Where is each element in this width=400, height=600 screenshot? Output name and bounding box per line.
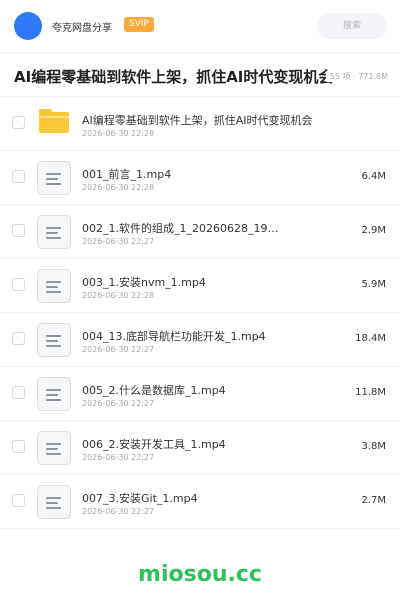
item-name: 004_13.底部导航栏功能开发_1.mp4 (82, 330, 266, 343)
item-date: 2026-06-30 22:28 (82, 291, 155, 300)
item-date: 2026-06-30 22:27 (82, 345, 155, 354)
row-checkbox[interactable] (12, 494, 25, 507)
item-size: 18.4M (355, 333, 386, 344)
svip-badge: SVIP (124, 17, 154, 32)
row-checkbox[interactable] (12, 386, 25, 399)
item-size: 5.9M (361, 279, 386, 290)
divider (0, 52, 400, 53)
item-date: 2026-06-30 22:27 (82, 507, 155, 516)
list-item[interactable]: 003_1.安装nvm_1.mp4 2026-06-30 22:28 5.9M (0, 259, 400, 313)
video-file-icon (37, 269, 71, 303)
username: 夸克网盘分享 (52, 23, 112, 34)
item-date: 2026-06-30 22:27 (82, 399, 155, 408)
list-item[interactable]: 004_13.底部导航栏功能开发_1.mp4 2026-06-30 22:27 … (0, 313, 400, 367)
row-checkbox[interactable] (12, 440, 25, 453)
watermark: miosou.cc (138, 562, 262, 587)
list-item[interactable]: 007_3.安装Git_1.mp4 2026-06-30 22:27 2.7M (0, 475, 400, 529)
item-name: 002_1.软件的组成_1_20260628_19… (82, 222, 279, 235)
item-size: 2.9M (361, 225, 386, 236)
video-file-icon (37, 485, 71, 519)
item-size: 11.8M (355, 387, 386, 398)
item-date: 2026-06-30 22:28 (82, 129, 155, 138)
list-item[interactable]: 006_2.安装开发工具_1.mp4 2026-06-30 22:27 3.8M (0, 421, 400, 475)
item-date: 2026-06-30 22:28 (82, 183, 155, 192)
item-date: 2026-06-30 22:27 (82, 453, 155, 462)
item-size: 6.4M (361, 171, 386, 182)
list-item[interactable]: AI编程零基础到软件上架，抓住AI时代变现机会 2026-06-30 22:28 (0, 97, 400, 151)
folder-meta: 55 项 · 771.8M (325, 71, 388, 82)
item-size: 2.7M (361, 495, 386, 506)
item-name: 001_前言_1.mp4 (82, 168, 172, 181)
page-title: AI编程零基础到软件上架，抓住AI时代变现机会 (14, 68, 334, 86)
video-file-icon (37, 377, 71, 411)
list-item[interactable]: 005_2.什么是数据库_1.mp4 2026-06-30 22:27 11.8… (0, 367, 400, 421)
video-file-icon (37, 161, 71, 195)
video-file-icon (37, 431, 71, 465)
folder-icon (39, 109, 69, 133)
row-checkbox[interactable] (12, 116, 25, 129)
item-size: 3.8M (361, 441, 386, 452)
avatar[interactable] (14, 12, 42, 40)
row-checkbox[interactable] (12, 170, 25, 183)
video-file-icon (37, 323, 71, 357)
item-name: 003_1.安装nvm_1.mp4 (82, 276, 206, 289)
video-file-icon (37, 215, 71, 249)
folder-header: AI编程零基础到软件上架，抓住AI时代变现机会 55 项 · 771.8M (14, 62, 394, 90)
row-checkbox[interactable] (12, 224, 25, 237)
top-bar: 夸克网盘分享 SVIP 搜索 (0, 0, 400, 52)
item-date: 2026-06-30 22:27 (82, 237, 155, 246)
file-list: AI编程零基础到软件上架，抓住AI时代变现机会 2026-06-30 22:28… (0, 97, 400, 529)
row-checkbox[interactable] (12, 332, 25, 345)
search-input[interactable]: 搜索 (317, 13, 387, 39)
item-name: 005_2.什么是数据库_1.mp4 (82, 384, 226, 397)
list-item[interactable]: 001_前言_1.mp4 2026-06-30 22:28 6.4M (0, 151, 400, 205)
item-name: 006_2.安装开发工具_1.mp4 (82, 438, 226, 451)
item-name: 007_3.安装Git_1.mp4 (82, 492, 198, 505)
item-name: AI编程零基础到软件上架，抓住AI时代变现机会 (82, 114, 313, 127)
row-checkbox[interactable] (12, 278, 25, 291)
list-item[interactable]: 002_1.软件的组成_1_20260628_19… 2026-06-30 22… (0, 205, 400, 259)
